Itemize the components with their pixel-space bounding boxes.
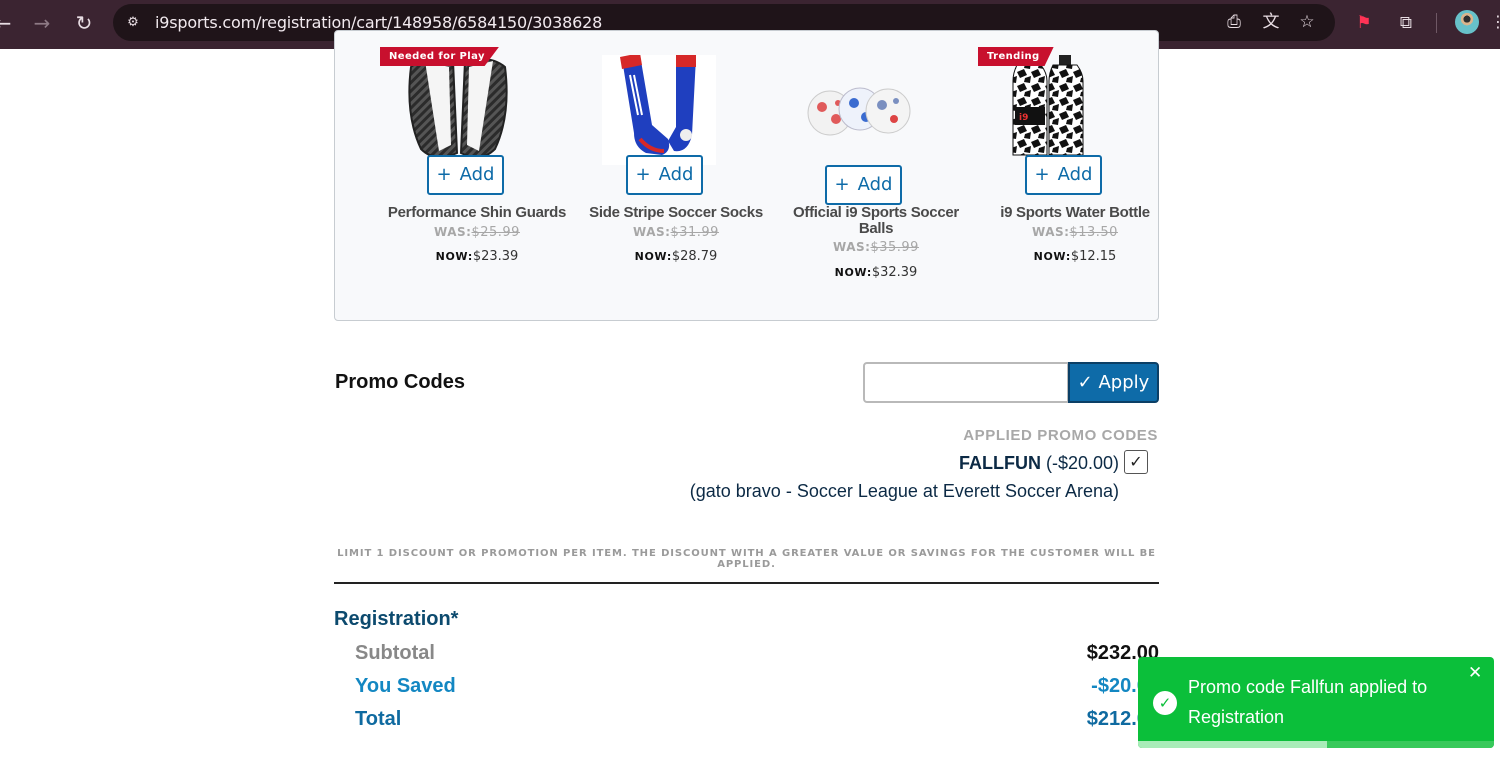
product-card-water-bottle: Trending i9 + Add i9 Sports Water Bottle…: [975, 31, 1175, 322]
product-card-soccer-balls: + Add Official i9 Sports Soccer Balls WAS…: [776, 31, 976, 322]
subtotal-label: Subtotal: [355, 642, 435, 664]
checkmark-icon: ✓: [1077, 372, 1099, 393]
close-icon[interactable]: ✕: [1468, 663, 1482, 683]
product-name: Performance Shin Guards: [387, 204, 567, 221]
subtotal-value: $232.00: [1086, 642, 1159, 664]
product-name: i9 Sports Water Bottle: [1000, 204, 1150, 221]
applied-promo-code: FALLFUN: [958, 453, 1041, 473]
product-card-shin-guards: Needed for Play + Add Performance Shin G…: [377, 31, 577, 322]
water-bottle-image: i9: [975, 55, 1175, 165]
translate-icon[interactable]: 文: [1260, 11, 1282, 33]
applied-promo-amount: (-$20.00): [1045, 453, 1119, 473]
addon-products-panel: Needed for Play + Add Performance Shin G…: [334, 30, 1159, 321]
site-settings-icon[interactable]: ⚙: [123, 13, 143, 33]
applied-promo-codes-heading: APPLIED PROMO CODES: [963, 427, 1158, 444]
install-app-icon[interactable]: ⎙: [1223, 11, 1245, 33]
now-price: NOW:$28.79: [634, 249, 718, 264]
now-price: NOW:$23.39: [435, 249, 519, 264]
total-value: $212.00: [1086, 708, 1159, 730]
checkmark-icon: ✓: [1129, 452, 1143, 471]
plus-icon: +: [834, 174, 850, 195]
total-label: Total: [355, 708, 402, 730]
was-price: WAS:$35.99: [833, 240, 919, 255]
promo-applied-toast: ✓ Promo code Fallfun applied to Registra…: [1138, 657, 1494, 748]
add-water-bottle-button[interactable]: + Add: [1025, 155, 1102, 195]
apply-promo-button[interactable]: ✓ Apply: [1068, 362, 1159, 403]
more-menu-icon[interactable]: ⋮: [1490, 12, 1500, 31]
now-price: NOW:$12.15: [1033, 249, 1117, 264]
was-price: WAS:$31.99: [633, 225, 719, 240]
extensions-puzzle-icon[interactable]: ⧉: [1394, 11, 1418, 35]
trending-badge: Trending: [978, 47, 1054, 66]
promo-codes-heading: Promo Codes: [335, 371, 466, 393]
now-price: NOW:$32.39: [834, 265, 918, 280]
toolbar-divider: [1436, 13, 1437, 33]
applied-promo-description: (gato bravo - Soccer League at Everett S…: [689, 481, 1119, 501]
promo-code-input[interactable]: [863, 362, 1069, 403]
profile-avatar[interactable]: [1455, 10, 1479, 34]
applied-promo-checkbox[interactable]: ✓: [1124, 450, 1148, 474]
was-price: WAS:$25.99: [434, 225, 520, 240]
success-check-icon: ✓: [1153, 691, 1177, 715]
add-soccer-balls-button[interactable]: + Add: [825, 165, 902, 205]
toast-progress-bar: [1138, 741, 1327, 748]
was-price: WAS:$13.50: [1032, 225, 1118, 240]
discount-limit-note: LIMIT 1 DISCOUNT OR PROMOTION PER ITEM. …: [337, 548, 1156, 570]
add-shin-guards-button[interactable]: + Add: [427, 155, 504, 195]
plus-icon: +: [635, 164, 651, 185]
you-saved-label: You Saved: [355, 675, 456, 697]
registration-heading: Registration*: [334, 608, 459, 630]
section-divider: [334, 582, 1159, 584]
add-soccer-socks-button[interactable]: + Add: [626, 155, 703, 195]
product-name: Official i9 Sports Soccer Balls: [793, 204, 959, 237]
reload-icon[interactable]: ↻: [71, 10, 97, 36]
needed-for-play-badge: Needed for Play: [380, 47, 499, 66]
shin-guards-image: [377, 55, 577, 165]
back-arrow-icon[interactable]: ←: [0, 10, 16, 36]
product-card-socks: + Add Side Stripe Soccer Socks WAS:$31.99…: [576, 31, 776, 322]
plus-icon: +: [436, 164, 452, 185]
svg-text:i9: i9: [1019, 113, 1028, 123]
soccer-balls-image: [776, 55, 976, 165]
plus-icon: +: [1034, 164, 1050, 185]
page: ← → ↻ ⚙ i9sports.com/registration/cart/1…: [0, 0, 1500, 763]
product-name: Side Stripe Soccer Socks: [589, 204, 763, 221]
bookmark-star-icon[interactable]: ☆: [1296, 11, 1318, 33]
applied-promo-line: FALLFUN (-$20.00): [800, 453, 1119, 474]
toast-message: Promo code Fallfun applied to Registrati…: [1188, 677, 1428, 727]
extension-icon[interactable]: ⚑: [1352, 11, 1376, 35]
forward-arrow-icon[interactable]: →: [29, 10, 55, 36]
soccer-socks-image: [576, 53, 776, 165]
you-saved-value: -$20.00: [1091, 675, 1159, 697]
